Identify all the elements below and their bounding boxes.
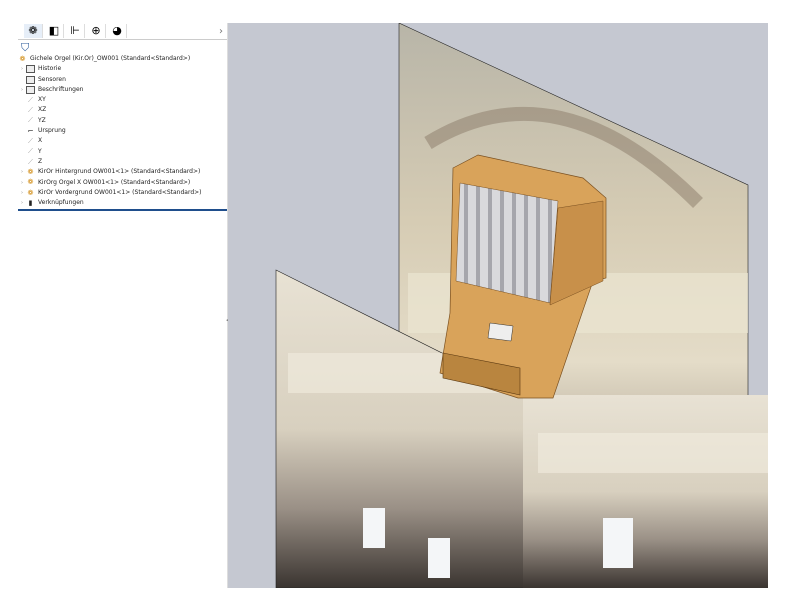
tab-display-manager[interactable]: ◕ [108,24,127,38]
foreground-photo-panel-right [523,395,768,588]
tree-item[interactable]: ⟋ XZ [18,105,227,115]
more-tabs-button[interactable]: › [219,26,223,37]
expand-arrow-icon[interactable]: › [18,64,26,74]
plane-icon: ⟋ [28,157,33,166]
rollback-bar[interactable] [18,209,227,212]
tree-root-label: Gichele Orgel (Kir.Or)_OW001 (Standard<S… [30,55,191,62]
tree-item-label: Sensoren [38,75,66,83]
tab-feature-manager[interactable]: ❁ [24,24,43,38]
tree-item-label: Historie [38,65,62,73]
tree-item-label: Beschriftungen [38,85,84,93]
tree-item[interactable]: › ▮ Verknüpfungen [18,198,227,208]
tree-item[interactable]: › Historie [18,64,227,74]
tree-item-label: Verknüpfungen [38,199,84,207]
folder-icon [26,65,35,74]
graphics-area[interactable] [228,23,768,588]
plane-icon: ⟋ [28,147,33,156]
tree-item[interactable]: › Beschriftungen [18,85,227,95]
tree-item[interactable]: › ❁ KirOr Hintergrund OW001<1> (Standard<S… [18,167,227,177]
asm-icon: ❁ [27,167,34,176]
tree-item-label: KirOrg Orgel X OW001<1> (Standard<Standa… [38,178,191,186]
tree-item-label: KirOr Vordergrund OW001<1> (Standard<Sta… [38,188,202,196]
manager-tabs: ❁ ◧ ⊩ ⊕ ◕ › [18,23,227,40]
scene [275,23,768,588]
plane-icon: ⟋ [28,106,33,115]
tree-item[interactable]: ⟋ Y [18,147,227,157]
folder-icon [26,75,35,84]
tree-item-label: XY [38,96,46,104]
tree-item-label: Y [38,147,42,155]
tab-configuration-manager[interactable]: ⊩ [66,24,85,38]
tree-item[interactable]: › ❁ KirOrg Orgel X OW001<1> (Standard<Stan… [18,178,227,188]
tree-root[interactable]: ❁ Gichele Orgel (Kir.Or)_OW001 (Standard<… [18,54,227,64]
tree-item[interactable]: ⟋ Z [18,157,227,167]
tree-item-label: YZ [38,116,46,124]
tree-item[interactable]: ⟋ YZ [18,116,227,126]
tab-dimxpert[interactable]: ⊕ [87,24,106,38]
tree-item-label: Z [38,157,43,165]
expand-arrow-icon[interactable]: › [18,188,26,198]
tree-item[interactable]: ⌐ Ursprung [18,126,227,136]
expand-arrow-icon[interactable]: › [18,167,26,177]
expand-arrow-icon[interactable]: › [18,198,26,208]
assembly-icon: ❁ [19,54,26,63]
asm-icon: ❁ [27,188,34,197]
feature-manager-panel: ❁ ◧ ⊩ ⊕ ◕ › ⛉ ❁ Gichele Orgel (Kir.Or)_OW001 (… [18,23,228,588]
tree-item[interactable]: › ❁ KirOr Vordergrund OW001<1> (Standard<S… [18,188,227,198]
tree-item[interactable]: ⟋ XY [18,95,227,105]
tree-item-label: KirOr Hintergrund OW001<1> (Standard<Sta… [38,168,201,176]
expand-arrow-icon[interactable]: › [18,85,26,95]
plane-icon: ⟋ [28,116,33,125]
tree-item-label: X [38,137,43,145]
filter-icon[interactable]: ⛉ [18,40,227,54]
tree-item[interactable]: Sensoren [18,75,227,85]
mates-icon: ▮ [28,198,33,207]
asm-icon: ❁ [27,178,34,187]
origin-icon: ⌐ [27,126,34,135]
tree-item[interactable]: ⟋ X [18,136,227,146]
plane-icon: ⟋ [28,137,33,146]
tab-property-manager[interactable]: ◧ [45,24,64,38]
expand-arrow-icon[interactable]: › [18,178,26,188]
tree-item-label: Ursprung [38,127,66,135]
tree-item-label: XZ [38,106,47,114]
folder-icon [26,86,35,95]
plane-icon: ⟋ [28,95,33,104]
